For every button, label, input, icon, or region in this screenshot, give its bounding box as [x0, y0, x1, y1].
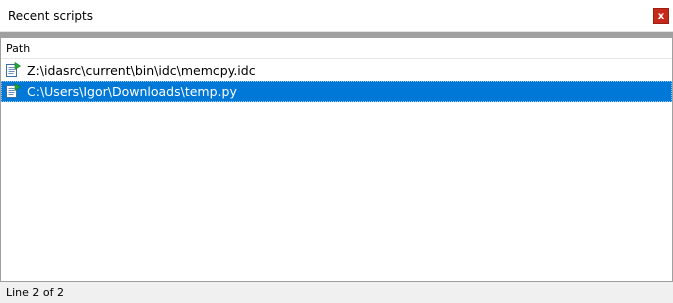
script-path: Z:\idasrc\current\bin\idc\memcpy.idc [27, 63, 256, 78]
close-button[interactable]: x [653, 8, 669, 24]
scripts-list[interactable]: Path Z:\idasrc\current\bin\idc\memcpy.id… [0, 37, 673, 282]
script-file-icon [6, 83, 21, 98]
script-path: C:\Users\Igor\Downloads\temp.py [27, 84, 237, 99]
status-line-counter: Line 2 of 2 [6, 286, 65, 299]
recent-scripts-window: Recent scripts x Path Z:\idasrc\current\… [0, 0, 673, 303]
column-header-label: Path [6, 42, 31, 55]
column-header-path[interactable]: Path [1, 38, 672, 59]
table-row[interactable]: Z:\idasrc\current\bin\idc\memcpy.idc [1, 60, 672, 81]
status-bar: Line 2 of 2 [0, 282, 673, 303]
table-row[interactable]: C:\Users\Igor\Downloads\temp.py [1, 81, 672, 102]
close-icon: x [657, 11, 665, 22]
window-title: Recent scripts [8, 9, 93, 23]
title-bar[interactable]: Recent scripts x [0, 0, 673, 32]
script-file-icon [6, 62, 21, 77]
list-rows: Z:\idasrc\current\bin\idc\memcpy.idc C:\… [1, 60, 672, 102]
